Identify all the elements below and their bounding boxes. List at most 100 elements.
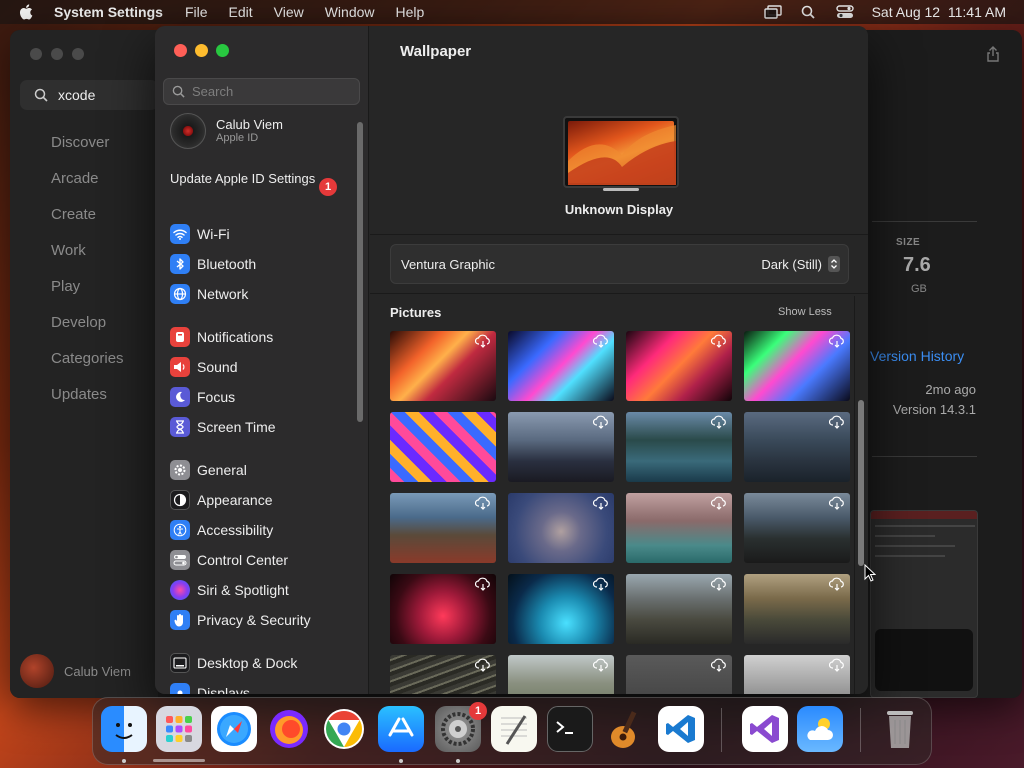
update-apple-id-item[interactable]: Update Apple ID Settings — [170, 171, 340, 187]
minimize-button[interactable] — [195, 44, 208, 57]
vscode-icon[interactable] — [658, 706, 704, 752]
app-screenshot-preview[interactable] — [870, 510, 978, 698]
search-icon — [34, 88, 48, 102]
chrome-icon[interactable] — [321, 706, 367, 752]
running-indicator — [399, 759, 403, 763]
sidebar-item-focus[interactable]: Focus — [170, 382, 276, 412]
wallpaper-thumbnail[interactable] — [390, 331, 496, 401]
nav-create[interactable]: Create — [51, 206, 124, 242]
nav-updates[interactable]: Updates — [51, 386, 124, 422]
account-name: Calub Viem — [64, 663, 131, 679]
app-store-icon[interactable] — [378, 706, 424, 752]
menu-file[interactable]: File — [185, 4, 208, 20]
wallpaper-thumbnail[interactable] — [390, 412, 496, 482]
nav-categories[interactable]: Categories — [51, 350, 124, 386]
wallpaper-thumbnail[interactable] — [390, 655, 496, 694]
sidebar-item-notifications[interactable]: Notifications — [170, 322, 276, 352]
sidebar-item-sound[interactable]: Sound — [170, 352, 276, 382]
sidebar-item-label: Focus — [197, 389, 236, 405]
wallpaper-thumbnail[interactable] — [626, 331, 732, 401]
sidebar-item-wifi[interactable]: Wi-Fi — [170, 219, 256, 249]
sidebar-item-screen-time[interactable]: Screen Time — [170, 412, 276, 442]
sidebar-item-control-center[interactable]: Control Center — [170, 545, 311, 575]
share-icon[interactable] — [986, 46, 1000, 62]
avatar — [170, 113, 206, 149]
sidebar-item-label: Siri & Spotlight — [197, 582, 289, 598]
settings-search-field[interactable]: Search — [163, 78, 360, 105]
menu-edit[interactable]: Edit — [229, 4, 253, 20]
sidebar-item-desktop-dock[interactable]: Desktop & Dock — [170, 648, 297, 678]
sidebar-item-siri-spotlight[interactable]: Siri & Spotlight — [170, 575, 311, 605]
zoom-button[interactable] — [216, 44, 229, 57]
sidebar-item-label: Network — [197, 286, 249, 302]
sidebar-item-privacy-security[interactable]: Privacy & Security — [170, 605, 311, 635]
hand-icon — [170, 610, 190, 630]
wallpaper-thumbnail[interactable] — [744, 493, 850, 563]
wallpaper-thumbnail[interactable] — [390, 493, 496, 563]
wifi-icon — [170, 224, 190, 244]
divider — [872, 456, 977, 457]
screen-mirroring-icon[interactable] — [763, 5, 782, 19]
wallpaper-thumbnail[interactable] — [626, 655, 732, 694]
sidebar-item-bluetooth[interactable]: Bluetooth — [170, 249, 256, 279]
nav-develop[interactable]: Develop — [51, 314, 124, 350]
wallpaper-thumbnail[interactable] — [508, 412, 614, 482]
wallpaper-name: Ventura Graphic — [401, 256, 495, 272]
menu-window[interactable]: Window — [325, 4, 375, 20]
app-name-menu[interactable]: System Settings — [54, 4, 163, 20]
wallpaper-mode-popup[interactable]: Dark (Still) — [761, 256, 840, 272]
sidebar-scrollbar[interactable] — [357, 122, 363, 422]
menu-view[interactable]: View — [274, 4, 304, 20]
sidebar-item-general[interactable]: General — [170, 455, 311, 485]
finder-icon[interactable] — [101, 706, 147, 752]
terminal-icon[interactable] — [547, 706, 593, 752]
sidebar-item-appearance[interactable]: Appearance — [170, 485, 311, 515]
trash-icon[interactable] — [877, 706, 923, 752]
menu-help[interactable]: Help — [396, 4, 425, 20]
visual-studio-icon[interactable] — [742, 706, 788, 752]
sidebar-item-network[interactable]: Network — [170, 279, 256, 309]
wallpaper-thumbnail[interactable] — [744, 331, 850, 401]
wallpaper-thumbnail[interactable] — [390, 574, 496, 644]
control-center-icon[interactable] — [835, 5, 854, 19]
system-settings-window: Search Calub Viem Apple ID Update Apple … — [155, 26, 868, 694]
wallpaper-thumbnail[interactable] — [626, 574, 732, 644]
sidebar-item-accessibility[interactable]: Accessibility — [170, 515, 311, 545]
nav-play[interactable]: Play — [51, 278, 124, 314]
menubar-clock[interactable]: Sat Aug 12 11:41 AM — [872, 4, 1006, 20]
download-cloud-icon — [711, 577, 726, 591]
app-store-search-field[interactable]: xcode — [20, 80, 158, 110]
wallpaper-thumbnail[interactable] — [744, 574, 850, 644]
version-history-link[interactable]: Version History — [870, 348, 964, 364]
sidebar-item-label: Wi-Fi — [197, 226, 230, 242]
wallpaper-thumbnail[interactable] — [626, 412, 732, 482]
safari-icon[interactable] — [211, 706, 257, 752]
weather-icon[interactable] — [797, 706, 843, 752]
apple-id-item[interactable]: Calub Viem Apple ID — [170, 113, 283, 149]
nav-discover[interactable]: Discover — [51, 134, 124, 170]
textedit-icon[interactable] — [491, 706, 537, 752]
pictures-scrollbar[interactable] — [858, 400, 864, 566]
wallpaper-thumbnail[interactable] — [508, 574, 614, 644]
wallpaper-thumbnail[interactable] — [744, 655, 850, 694]
wallpaper-thumbnail[interactable] — [508, 493, 614, 563]
wallpaper-thumbnail[interactable] — [626, 493, 732, 563]
nav-work[interactable]: Work — [51, 242, 124, 278]
nav-arcade[interactable]: Arcade — [51, 170, 124, 206]
spotlight-search-icon[interactable] — [800, 5, 818, 19]
launchpad-icon[interactable] — [156, 706, 202, 752]
garageband-icon[interactable] — [602, 706, 648, 752]
sidebar-item-displays[interactable]: Displays — [170, 678, 297, 694]
download-cloud-icon — [829, 577, 844, 591]
close-button[interactable] — [174, 44, 187, 57]
app-store-account[interactable]: Calub Viem — [20, 654, 131, 688]
apple-menu-icon[interactable] — [18, 3, 36, 21]
sidebar-item-label: Accessibility — [197, 522, 274, 538]
show-less-button[interactable]: Show Less — [778, 306, 832, 318]
wallpaper-thumbnail[interactable] — [508, 331, 614, 401]
inactive-window-controls[interactable] — [30, 48, 84, 60]
wallpaper-thumbnail[interactable] — [744, 412, 850, 482]
firefox-icon[interactable] — [266, 706, 312, 752]
wallpaper-thumbnail[interactable] — [508, 655, 614, 694]
dock-separator — [860, 708, 861, 752]
